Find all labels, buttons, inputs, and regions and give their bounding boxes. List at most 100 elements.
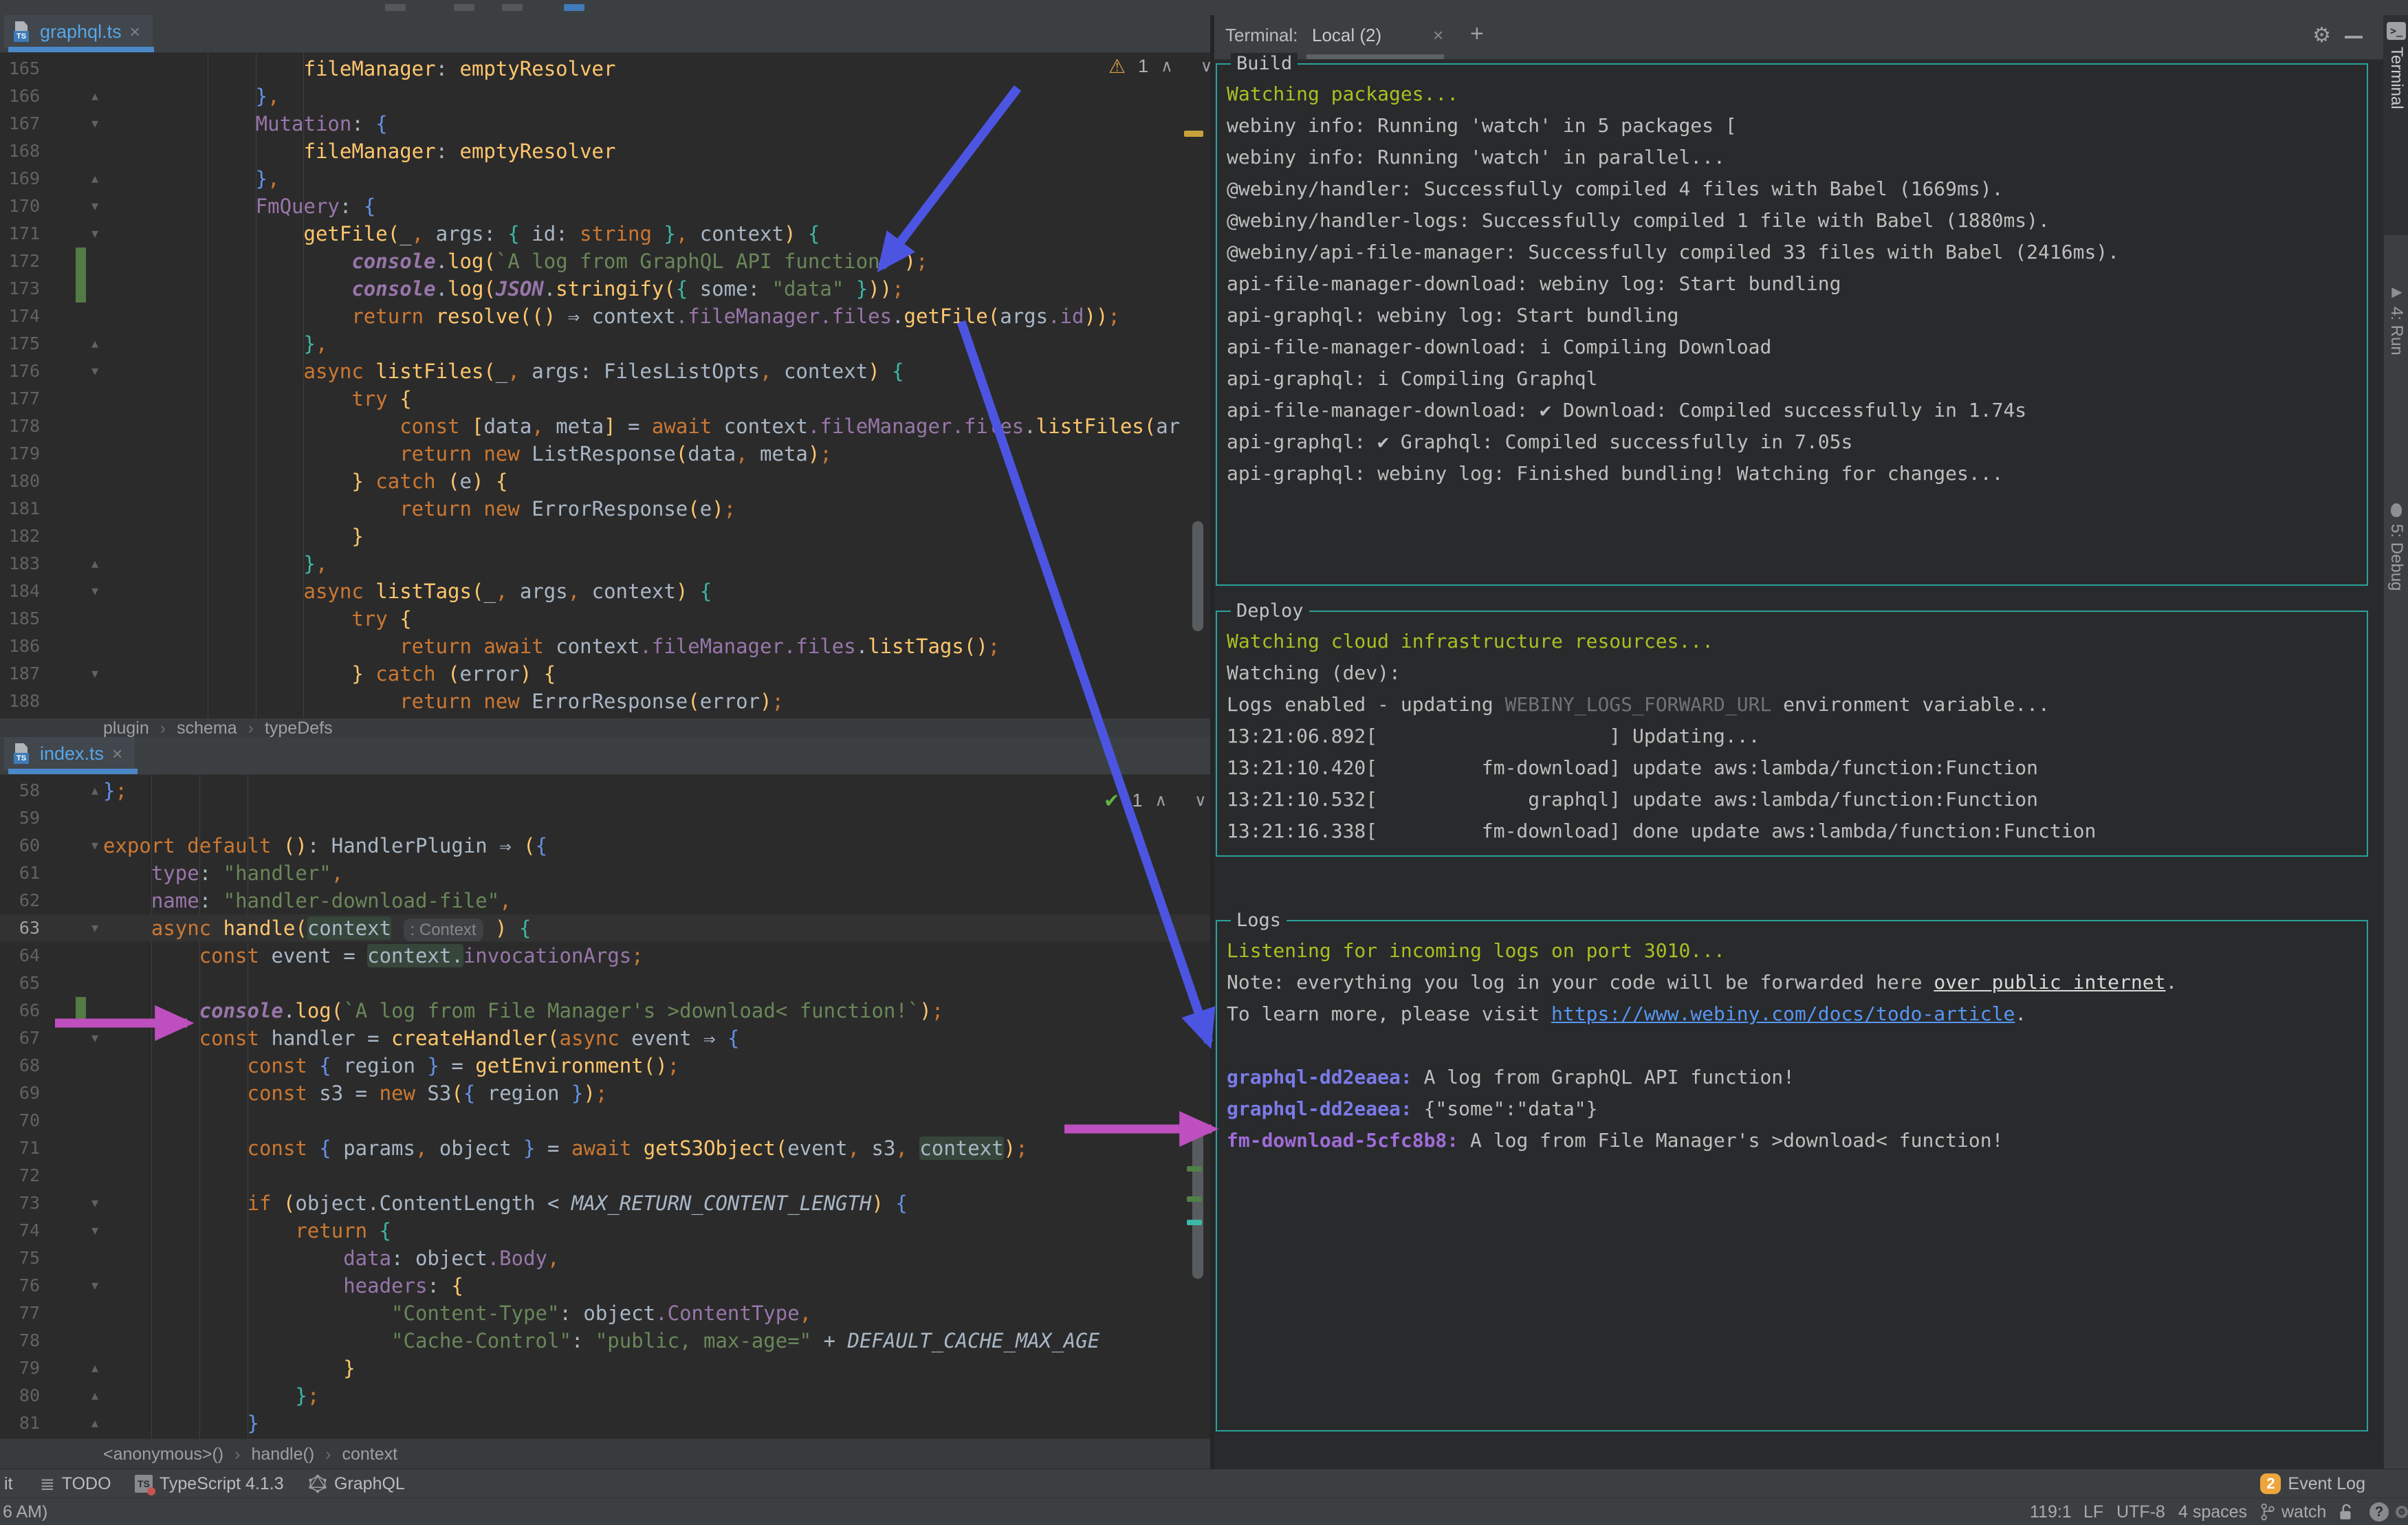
toolstrip-terminal[interactable]: >_ Terminal [2384,15,2408,235]
editor-index-ts[interactable]: 58 ▴}; 59 60 ▾ export default (): HandlerPlug… [0,774,1213,1438]
fold-marker-icon[interactable]: ▴ [85,1409,105,1437]
code-line-174[interactable]: 174 return resolve(() ⇒ context.fileMana… [0,303,1213,330]
help-item[interactable]: ? ⚙ [2369,1498,2408,1525]
code-line-70[interactable]: 70 [0,1107,1213,1134]
inspection-widget-index[interactable]: ✔ 1 ∧ ∨ [1104,789,1207,812]
minimize-icon[interactable] [2345,36,2363,39]
fold-marker-icon[interactable]: ▾ [85,193,105,220]
prev-problem-icon[interactable]: ∧ [1155,791,1168,811]
code-line-178[interactable]: 178 const [data, meta] = await context.f… [0,413,1213,440]
fold-marker-icon[interactable]: ▴ [85,1382,105,1409]
event-log-item[interactable]: 2 Event Log [2260,1469,2365,1498]
code-line-74[interactable]: 74 ▾ return { [0,1217,1213,1244]
new-terminal-icon[interactable]: + [1470,21,1484,47]
breadcrumb-item[interactable]: context [342,1445,398,1464]
lock-item[interactable] [2338,1498,2354,1525]
toolstrip-run[interactable]: ▶ 4: Run [2384,276,2408,455]
prev-problem-icon[interactable]: ∧ [1161,56,1173,76]
fold-marker-icon[interactable]: ▴ [85,330,105,358]
code-line-171[interactable]: 171 ▾ getFile(_, args: { id: string }, co… [0,220,1213,248]
code-line-170[interactable]: 170 ▾ FmQuery: { [0,193,1213,220]
code-line-168[interactable]: 168 fileManager: emptyResolver [0,138,1213,165]
git-branch-item[interactable]: watch [2259,1498,2326,1525]
code-line-165[interactable]: 165 fileManager: emptyResolver [0,55,1213,83]
code-line-63[interactable]: 63 ▾ async handle(context : Context ) { [0,914,1213,942]
close-icon[interactable]: × [112,745,122,762]
fold-marker-icon[interactable]: ▴ [85,83,105,110]
code-line-181[interactable]: 181 return new ErrorResponse(e); [0,495,1213,523]
code-line-80[interactable]: 80 ▴ }; [0,1382,1213,1409]
code-line-182[interactable]: 182 } [0,523,1213,550]
file-encoding[interactable]: UTF-8 [2116,1498,2165,1525]
code-line-177[interactable]: 177 try { [0,385,1213,413]
fold-marker-icon[interactable]: ▾ [85,914,105,942]
code-line-187[interactable]: 187 ▾ } catch (error) { [0,660,1213,688]
code-line-64[interactable]: 64 const event = context.invocationArgs; [0,942,1213,969]
inspection-widget-graphql[interactable]: ⚠ 1 ∧ ∨ [1108,55,1212,78]
fold-marker-icon[interactable]: ▴ [85,165,105,193]
code-line-186[interactable]: 186 return await context.fileManager.fil… [0,633,1213,660]
code-line-76[interactable]: 76 ▾ headers: { [0,1272,1213,1299]
code-line-58[interactable]: 58 ▴}; [0,777,1213,804]
line-separator[interactable]: LF [2083,1498,2103,1525]
editor-scrollbar-thumb[interactable] [1192,521,1203,631]
code-line-73[interactable]: 73 ▾ if (object.ContentLength < MAX_RETUR… [0,1189,1213,1217]
terminal-tab-local[interactable]: Local (2) [1312,25,1381,46]
code-line-169[interactable]: 169 ▴ }, [0,165,1213,193]
code-line-188[interactable]: 188 return new ErrorResponse(error); [0,688,1213,715]
code-line-69[interactable]: 69 const s3 = new S3({ region }); [0,1079,1213,1107]
close-icon[interactable]: × [130,23,140,41]
code-line-79[interactable]: 79 ▴ } [0,1354,1213,1382]
todo-item[interactable]: ≣ TODO [40,1469,111,1498]
typescript-item[interactable]: TS TypeScript 4.1.3 [135,1469,284,1498]
fold-marker-icon[interactable]: ▾ [85,1272,105,1299]
breadcrumb-item[interactable]: typeDefs [265,718,333,738]
fold-marker-icon[interactable]: ▴ [85,777,105,804]
breadcrumb-item[interactable]: schema [177,718,237,738]
code-line-77[interactable]: 77 "Content-Type": object.ContentType, [0,1299,1213,1327]
code-line-173[interactable]: 173 console.log(JSON.stringify({ some: "… [0,275,1213,303]
code-line-166[interactable]: 166 ▴ }, [0,83,1213,110]
indent-style[interactable]: 4 spaces [2178,1498,2247,1525]
code-line-184[interactable]: 184 ▾ async listTags(_, args, context) { [0,578,1213,605]
fold-marker-icon[interactable]: ▾ [85,1024,105,1052]
code-line-81[interactable]: 81 ▴ } [0,1409,1213,1437]
code-line-67[interactable]: 67 ▾ const handler = createHandler(async … [0,1024,1213,1052]
close-icon[interactable]: × [1433,25,1443,46]
fold-marker-icon[interactable]: ▾ [85,1217,105,1244]
fold-marker-icon[interactable]: ▾ [85,578,105,605]
code-line-62[interactable]: 62 name: "handler-download-file", [0,887,1213,914]
fold-marker-icon[interactable]: ▴ [85,550,105,578]
code-line-75[interactable]: 75 data: object.Body, [0,1244,1213,1272]
code-line-167[interactable]: 167 ▾ Mutation: { [0,110,1213,138]
fold-marker-icon[interactable]: ▾ [85,110,105,138]
code-line-72[interactable]: 72 [0,1162,1213,1189]
code-line-71[interactable]: 71 const { params, object } = await getS… [0,1134,1213,1162]
code-line-175[interactable]: 175 ▴ }, [0,330,1213,358]
code-line-61[interactable]: 61 type: "handler", [0,859,1213,887]
terminal-link[interactable]: https://www.webiny.com/docs/todo-article [1551,1002,2015,1025]
toolstrip-debug[interactable]: 5: Debug [2384,496,2408,703]
code-line-185[interactable]: 185 try { [0,605,1213,633]
code-line-60[interactable]: 60 ▾ export default (): HandlerPlugin ⇒ ({ [0,832,1213,859]
fold-marker-icon[interactable]: ▾ [85,832,105,859]
code-line-172[interactable]: 172 console.log(`A log from GraphQL API … [0,248,1213,275]
fold-marker-icon[interactable]: ▾ [85,1189,105,1217]
editor-graphql-ts[interactable]: 164 Query: {165 fileManager: emptyResolv… [0,52,1213,718]
code-line-65[interactable]: 65 [0,969,1213,997]
next-problem-icon[interactable]: ∨ [1201,56,1213,76]
code-line-59[interactable]: 59 [0,804,1213,832]
fold-marker-icon[interactable]: ▴ [85,1354,105,1382]
code-line-179[interactable]: 179 return new ListResponse(data, meta); [0,440,1213,468]
caret-position[interactable]: 119:1 [2030,1498,2072,1525]
fold-marker-icon[interactable]: ▾ [85,220,105,248]
breadcrumb-item[interactable]: plugin [103,718,149,738]
gear-icon[interactable]: ⚙ [2312,23,2331,47]
fold-marker-icon[interactable]: ▾ [85,660,105,688]
code-line-66[interactable]: 66 console.log(`A log from File Manager'… [0,997,1213,1024]
code-line-180[interactable]: 180 } catch (e) { [0,468,1213,495]
code-line-176[interactable]: 176 ▾ async listFiles(_, args: FilesListO… [0,358,1213,385]
graphql-item[interactable]: GraphQL [308,1469,405,1498]
breadcrumb-item[interactable]: <anonymous>() [103,1445,223,1464]
next-problem-icon[interactable]: ∨ [1194,791,1207,811]
